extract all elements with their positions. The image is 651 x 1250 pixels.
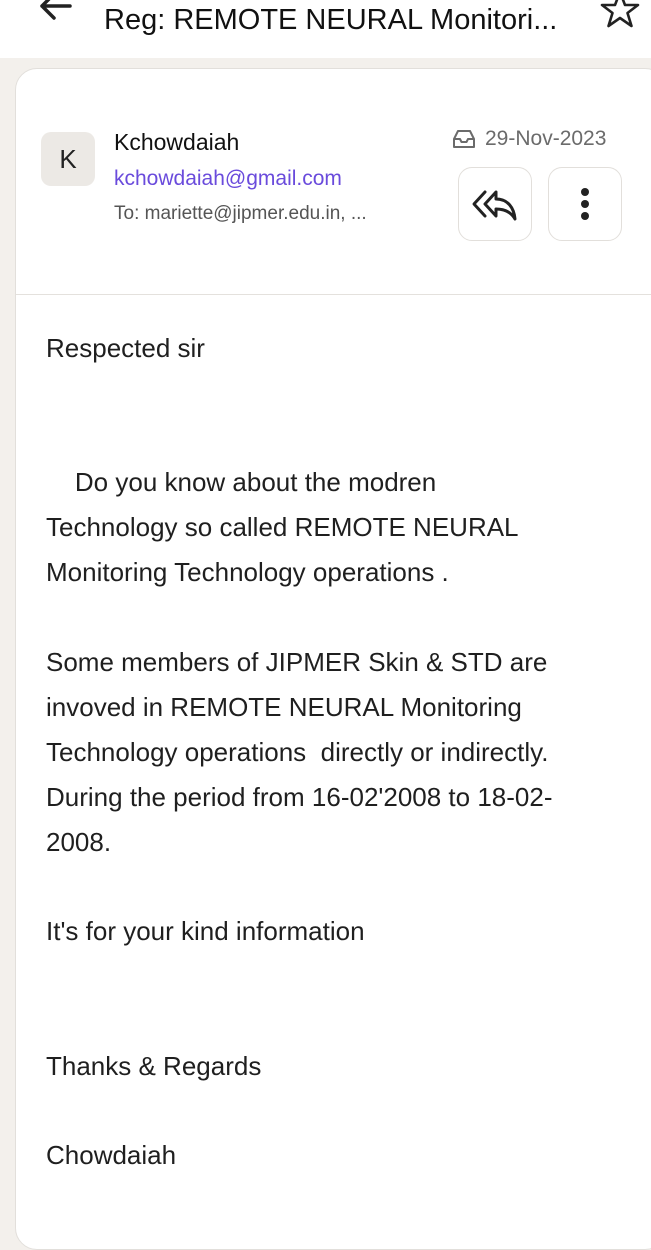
star-outline-icon: [600, 0, 640, 28]
sender-email[interactable]: kchowdaiah@gmail.com: [114, 167, 342, 191]
star-button[interactable]: [598, 0, 642, 28]
body-line: Chowdaiah: [46, 1140, 177, 1170]
email-date: 29-Nov-2023: [485, 127, 607, 150]
back-button[interactable]: [28, 0, 78, 26]
more-options-button[interactable]: [548, 167, 622, 241]
recipients-line[interactable]: To: mariette@jipmer.edu.in, ...: [114, 203, 434, 225]
body-line: During the period from 16-02'2008 to 18-…: [46, 782, 553, 812]
body-line: Do you know about the modren: [46, 467, 437, 497]
body-line: It's for your kind information: [46, 916, 365, 946]
avatar[interactable]: K: [41, 132, 95, 186]
inbox-icon: [453, 130, 475, 148]
header-divider: [16, 294, 651, 295]
body-line: Thanks & Regards: [46, 1051, 262, 1081]
sender-name: Kchowdaiah: [114, 129, 240, 155]
email-card: K Kchowdaiah kchowdaiah@gmail.com To: ma…: [15, 68, 651, 1250]
email-subject: Reg: REMOTE NEURAL Monitori...: [104, 4, 558, 36]
date-row: 29-Nov-2023: [451, 127, 606, 151]
body-line: Technology operations directly or indire…: [46, 737, 549, 767]
more-vertical-icon: [581, 188, 589, 220]
body-line: Some members of JIPMER Skin & STD are: [46, 647, 548, 677]
arrow-left-icon: [40, 0, 72, 20]
top-app-bar: Reg: REMOTE NEURAL Monitori...: [0, 0, 651, 58]
body-line: 2008.: [46, 827, 112, 857]
reply-all-button[interactable]: [458, 167, 532, 241]
body-line: Respected sir: [46, 333, 205, 363]
reply-all-icon: [472, 190, 517, 221]
body-line: Monitoring Technology operations .: [46, 557, 449, 587]
body-line: Technology so called REMOTE NEURAL: [46, 512, 519, 542]
body-line: invoved in REMOTE NEURAL Monitoring: [46, 692, 522, 722]
